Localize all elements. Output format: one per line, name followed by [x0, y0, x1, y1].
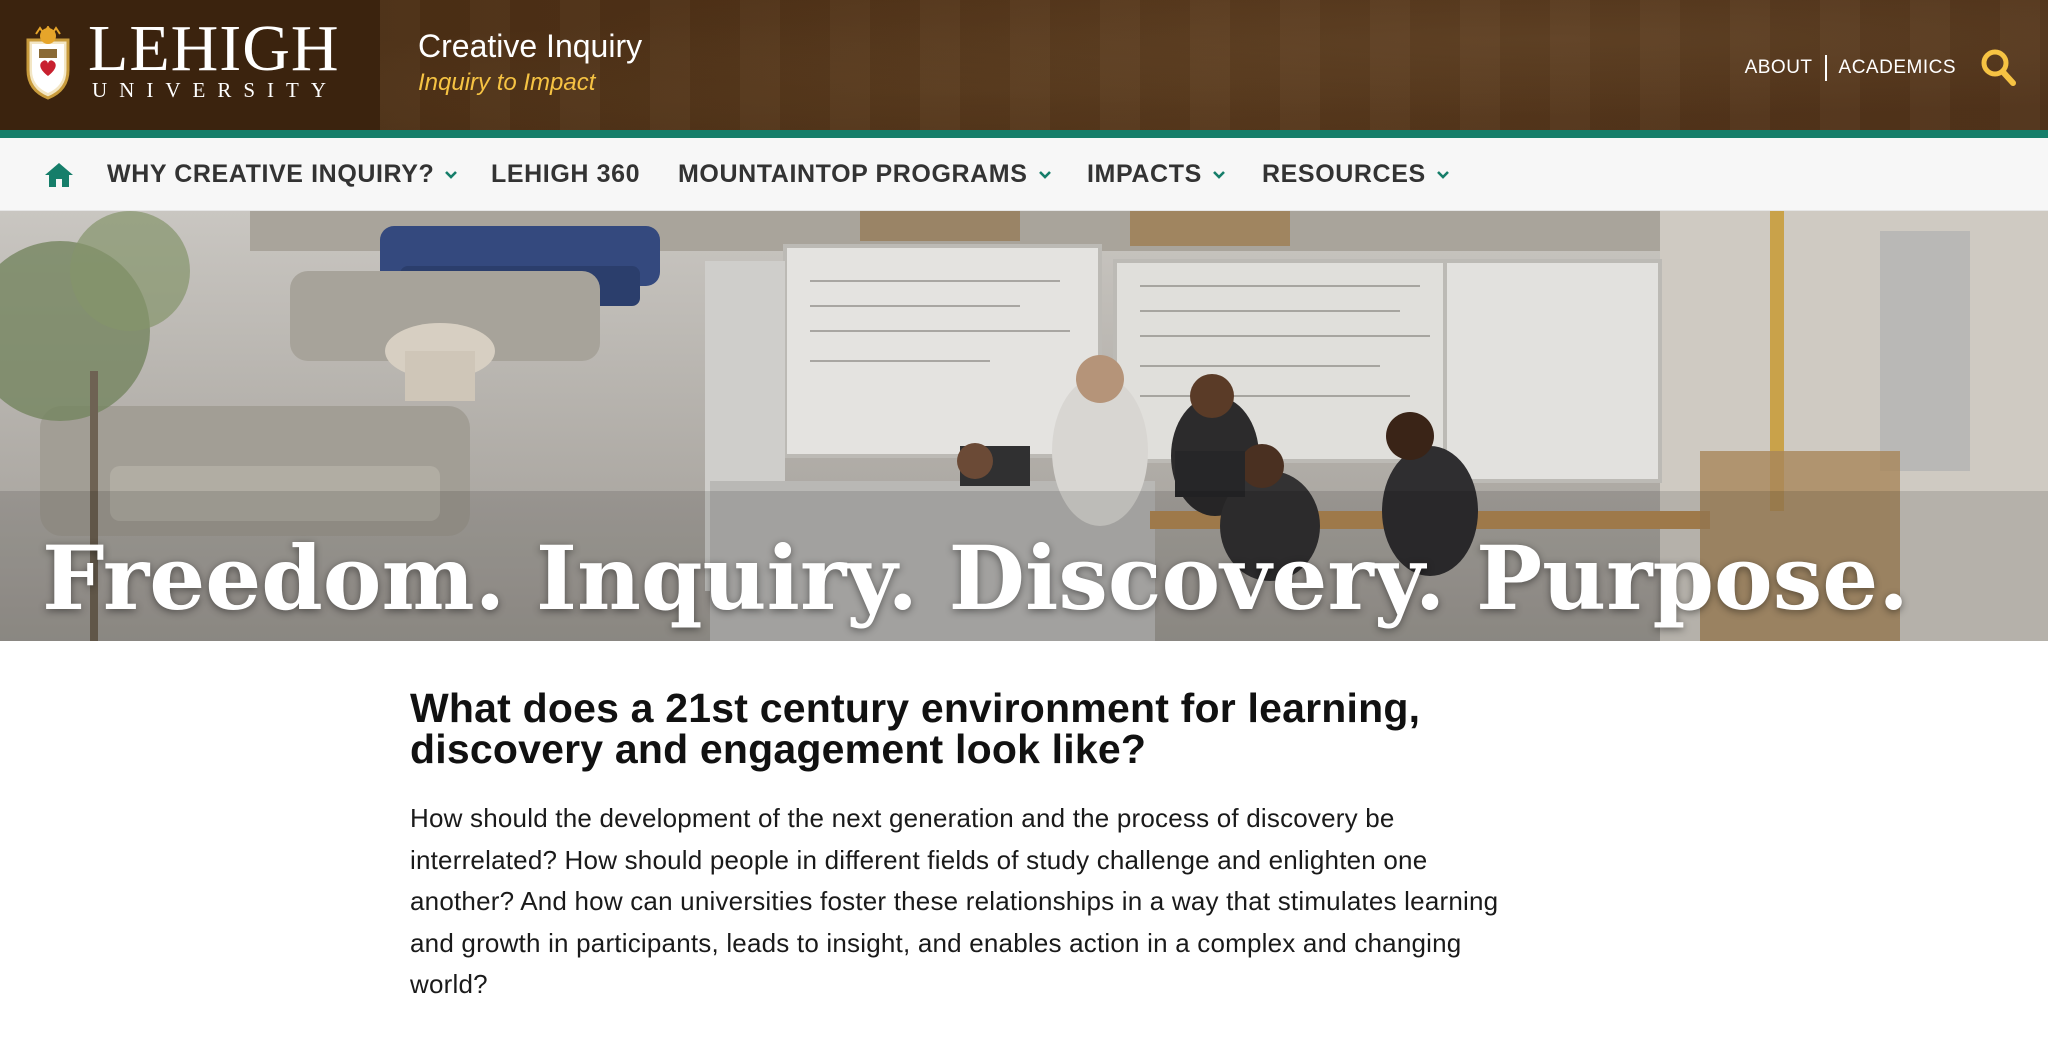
paragraph-line: another? And how can universities foster… [410, 886, 1499, 916]
chevron-down-icon [445, 170, 458, 179]
nav-mountaintop-programs[interactable]: MOUNTAINTOP PROGRAMS [678, 162, 1052, 187]
intro-paragraph: How should the development of the next g… [410, 798, 1610, 1006]
home-icon[interactable] [44, 162, 74, 188]
paragraph-line: interrelated? How should people in diffe… [410, 844, 1428, 875]
nav-label: RESOURCES [1262, 160, 1426, 188]
intro-heading: What does a 21st century environment for… [410, 688, 1610, 770]
nav-label: MOUNTAINTOP PROGRAMS [678, 160, 1028, 188]
header-accent-strip [0, 130, 2048, 138]
lehigh-wordmark: LEHIGH [88, 12, 340, 85]
site-tagline: Inquiry to Impact [418, 69, 596, 96]
utility-link-about[interactable]: ABOUT [1745, 57, 1813, 79]
paragraph-line: world? [410, 969, 488, 999]
chevron-down-icon [1038, 170, 1051, 179]
site-header: LEHIGH UNIVERSITY Creative Inquiry Inqui… [0, 0, 2048, 130]
university-wordmark: UNIVERSITY [92, 78, 338, 102]
hero-banner: Freedom. Inquiry. Discovery. Purpose. [0, 211, 2048, 641]
site-title[interactable]: Creative Inquiry [418, 30, 642, 62]
nav-resources[interactable]: RESOURCES [1262, 162, 1450, 187]
nav-label: IMPACTS [1087, 160, 1202, 188]
utility-divider [1824, 55, 1827, 81]
hero-heading: Freedom. Inquiry. Discovery. Purpose. [42, 526, 1909, 630]
nav-why-creative-inquiry[interactable]: WHY CREATIVE INQUIRY? [107, 162, 458, 187]
intro-heading-line: discovery and engagement look like? [410, 726, 1147, 772]
lehigh-shield-logo [26, 26, 70, 100]
lehigh-logo-link[interactable]: LEHIGH UNIVERSITY [0, 0, 380, 130]
paragraph-line: How should the development of the next g… [410, 803, 1395, 833]
nav-lehigh-360[interactable]: LEHIGH 360 [491, 162, 640, 187]
chevron-down-icon [1212, 170, 1225, 179]
search-icon[interactable] [1980, 48, 2016, 86]
utility-link-academics[interactable]: ACADEMICS [1839, 57, 1956, 79]
nav-impacts[interactable]: IMPACTS [1087, 162, 1226, 187]
intro-heading-line: What does a 21st century environment for… [410, 685, 1421, 731]
intro-section: What does a 21st century environment for… [410, 688, 1610, 1006]
main-nav: WHY CREATIVE INQUIRY? LEHIGH 360 MOUNTAI… [0, 138, 2048, 211]
chevron-down-icon [1436, 170, 1449, 179]
paragraph-line: and growth in participants, leads to ins… [410, 927, 1462, 958]
nav-label: WHY CREATIVE INQUIRY? [107, 160, 435, 188]
utility-nav: ABOUT ACADEMICS [1745, 55, 1956, 81]
nav-label: LEHIGH 360 [491, 160, 641, 188]
